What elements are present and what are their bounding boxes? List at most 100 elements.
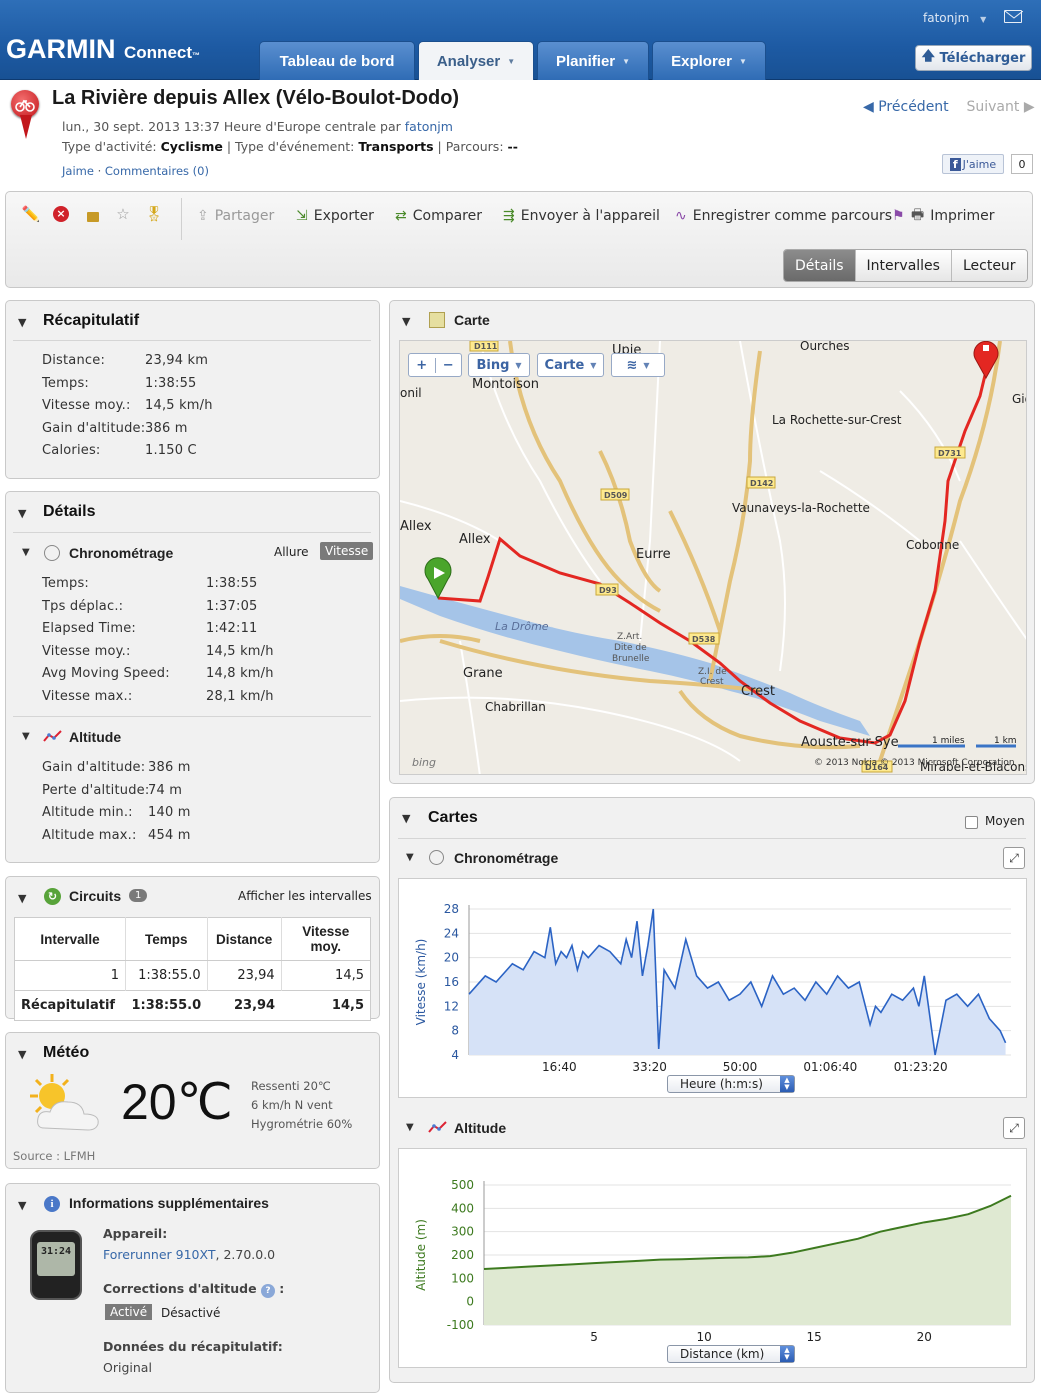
- upload-button[interactable]: 🡅 Télécharger: [915, 45, 1032, 71]
- speed-option[interactable]: Vitesse: [320, 542, 374, 560]
- speed-chart-title: Chronométrage: [454, 850, 559, 866]
- collapse-triangle-icon[interactable]: ▼: [406, 852, 414, 863]
- device-link[interactable]: Forerunner 910XT: [103, 1247, 216, 1262]
- zoom-in-icon[interactable]: +: [409, 357, 436, 373]
- table-row[interactable]: 1 1:38:55.0 23,94 14,5: [14, 960, 371, 991]
- map-type-label: Carte: [544, 357, 585, 373]
- collapse-triangle-icon[interactable]: ▼: [18, 892, 26, 905]
- pace-option[interactable]: Allure: [274, 545, 309, 559]
- collapse-triangle-icon[interactable]: ▼: [18, 1048, 26, 1061]
- collapse-triangle-icon[interactable]: ▼: [22, 731, 30, 742]
- y-tick-label: 400: [451, 1201, 474, 1215]
- x-tick-label: 50:00: [723, 1060, 758, 1074]
- favorite-star-icon[interactable]: ☆: [114, 205, 132, 223]
- place-crest: Crest: [741, 684, 775, 699]
- send-to-device-button[interactable]: ⇶ Envoyer à l'appareil: [503, 205, 660, 227]
- col-interval[interactable]: Intervalle: [14, 917, 126, 961]
- laps-table: Intervalle Temps Distance Vitesse moy. 1…: [14, 917, 371, 1021]
- stat-label: Calories:: [42, 443, 101, 458]
- elevation-correction-off[interactable]: Désactivé: [161, 1306, 220, 1320]
- expand-icon[interactable]: ⤢: [1003, 847, 1025, 869]
- speed-chart[interactable]: 4 8 12 16 20 24 28 Vitesse (km/h) 16:40 33:20 50:0…: [399, 879, 1026, 1097]
- activity-type[interactable]: Cyclisme: [161, 139, 223, 154]
- cell-interval: 1: [14, 960, 126, 991]
- delete-icon[interactable]: ×: [52, 205, 70, 223]
- route-map[interactable]: D111 D731 D142 D509 D93 D538 D164 Ourche…: [399, 340, 1027, 775]
- map-icon: [429, 312, 445, 328]
- comments-link[interactable]: Commentaires (0): [105, 164, 209, 178]
- tab-explore[interactable]: Explorer ▼: [652, 41, 766, 80]
- bing-provider-dropdown[interactable]: Bing ▼: [468, 353, 530, 377]
- zoom-controls: + −: [408, 353, 462, 377]
- edit-pencil-icon[interactable]: ✏️: [22, 205, 41, 223]
- altitude-chart[interactable]: -100 0 100 200 300 400 500 Altitude (m) 5 10 15 20: [399, 1149, 1026, 1367]
- tab-dashboard[interactable]: Tableau de bord: [259, 41, 415, 80]
- collapse-triangle-icon[interactable]: ▼: [18, 316, 26, 329]
- help-icon[interactable]: ?: [260, 1284, 275, 1298]
- collapse-triangle-icon[interactable]: ▼: [402, 812, 410, 825]
- social-links: Jaime · Commentaires (0): [62, 164, 209, 178]
- extra-info-title: Informations supplémentaires: [69, 1195, 269, 1211]
- tab-intervals[interactable]: Intervalles: [854, 250, 951, 281]
- stat-value: 454 m: [148, 827, 191, 843]
- stat-label: Gain d'altitude:: [42, 420, 146, 436]
- collapse-triangle-icon[interactable]: ▼: [402, 315, 410, 328]
- like-link[interactable]: Jaime: [62, 164, 94, 178]
- col-avg-speed[interactable]: Vitesse moy.: [281, 917, 371, 961]
- x-tick-label: 33:20: [632, 1060, 667, 1074]
- tab-details[interactable]: Détails: [784, 250, 855, 281]
- privacy-lock-icon[interactable]: [84, 205, 102, 223]
- tab-analyze[interactable]: Analyser ▼: [418, 41, 534, 80]
- speed-x-axis-select[interactable]: Heure (h:m:s) ▲ ▼: [667, 1075, 795, 1093]
- collapse-triangle-icon[interactable]: ▼: [18, 1199, 26, 1212]
- elevation-correction-label: Corrections d'altitude: [103, 1281, 257, 1296]
- divider: [13, 340, 371, 341]
- print-button[interactable]: 🖶 Imprimer: [911, 205, 995, 227]
- mail-icon[interactable]: [1004, 10, 1024, 23]
- zoom-out-icon[interactable]: −: [436, 358, 462, 373]
- place-la-drome: La Drôme: [495, 620, 549, 633]
- collapse-triangle-icon[interactable]: ▼: [22, 547, 30, 558]
- tab-plan[interactable]: Planifier ▼: [537, 41, 649, 80]
- stat-value: 1:42:11: [206, 621, 258, 636]
- event-type[interactable]: Transports: [358, 139, 433, 154]
- share-button[interactable]: ⇪ Partager: [197, 205, 274, 227]
- map-type-dropdown[interactable]: Carte ▼: [537, 353, 604, 377]
- achievement-badge-icon[interactable]: 🎖: [144, 205, 163, 223]
- previous-link[interactable]: ◀ Précédent: [863, 99, 949, 115]
- collapse-triangle-icon[interactable]: ▼: [406, 1122, 414, 1133]
- altitude-x-axis-select[interactable]: Distance (km) ▲ ▼: [667, 1345, 795, 1363]
- stat-value: 23,94 km: [145, 353, 209, 368]
- collapse-triangle-icon[interactable]: ▼: [18, 507, 26, 520]
- partly-cloudy-icon: [22, 1070, 104, 1140]
- y-tick-label: 300: [451, 1225, 474, 1239]
- expand-icon[interactable]: ⤢: [1003, 1117, 1025, 1139]
- clock-icon: [44, 545, 60, 561]
- show-intervals-link[interactable]: Afficher les intervalles: [238, 889, 372, 903]
- export-icon: ⇲: [296, 208, 308, 224]
- facebook-like-button[interactable]: f J'aime: [942, 154, 1004, 174]
- export-button[interactable]: ⇲ Exporter: [296, 205, 374, 227]
- col-distance[interactable]: Distance: [207, 917, 282, 961]
- compare-button[interactable]: ⇄ Comparer: [395, 205, 482, 227]
- activity-title[interactable]: La Rivière depuis Allex (Vélo-Boulot-Dod…: [52, 87, 459, 110]
- altitude-xlabel: Distance (km): [680, 1347, 765, 1361]
- laps-refresh-icon: ↻: [44, 888, 61, 905]
- user-menu[interactable]: fatonjm ▼: [923, 11, 986, 25]
- username: fatonjm: [923, 11, 970, 25]
- activity-date: lun., 30 sept. 2013 13:37 Heure d'Europe…: [62, 119, 405, 134]
- average-checkbox[interactable]: [965, 816, 978, 829]
- next-link[interactable]: Suivant ▶: [966, 99, 1034, 115]
- weather-source: Source : LFMH: [13, 1149, 96, 1163]
- garmin-connect-logo[interactable]: GARMIN Connect™: [6, 34, 200, 65]
- elevation-correction-on[interactable]: Activé: [105, 1304, 153, 1320]
- stat-label: Distance:: [42, 353, 106, 368]
- map-canvas[interactable]: D111 D731 D142 D509 D93 D538 D164 Ourche…: [400, 341, 1027, 775]
- save-as-course-button[interactable]: ∿ Enregistrer comme parcours ⚑: [675, 205, 905, 227]
- elevation-correction-row: Corrections d'altitude ? :: [103, 1281, 285, 1298]
- layers-dropdown[interactable]: ≋ ▼: [611, 353, 665, 377]
- tab-player[interactable]: Lecteur: [950, 250, 1027, 281]
- svg-text:Brunelle: Brunelle: [612, 654, 650, 664]
- author-link[interactable]: fatonjm: [405, 119, 453, 134]
- col-time[interactable]: Temps: [125, 917, 208, 961]
